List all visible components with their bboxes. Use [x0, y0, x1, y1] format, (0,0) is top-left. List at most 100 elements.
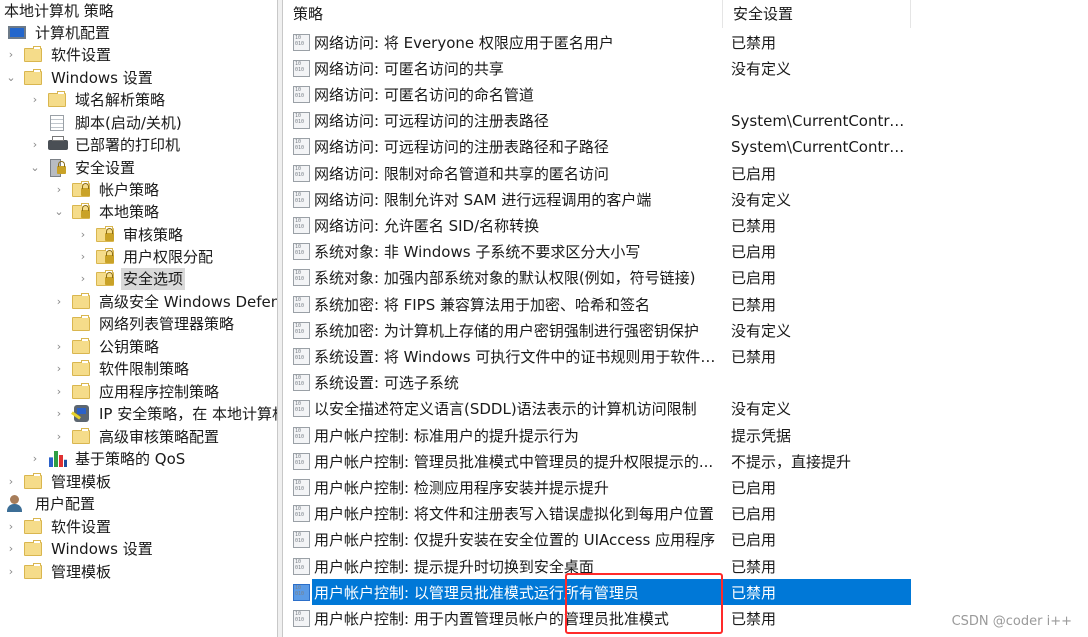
expand-chevron-icon[interactable]: › — [4, 471, 18, 493]
expand-chevron-icon[interactable]: › — [4, 516, 18, 538]
policy-setting-icon — [293, 85, 310, 103]
policy-row[interactable]: 网络访问: 限制对命名管道和共享的匿名访问 已启用 — [283, 160, 911, 186]
policy-name: 网络访问: 可匿名访问的命名管道 — [314, 85, 534, 104]
policy-row[interactable]: 系统对象: 加强内部系统对象的默认权限(例如，符号链接) 已启用 — [283, 265, 911, 291]
security-setting-value: 提示凭据 — [731, 426, 792, 445]
tree-node-label: 审核策略 — [123, 226, 184, 244]
policy-row[interactable]: 网络访问: 限制允许对 SAM 进行远程调用的客户端 没有定义 — [283, 186, 911, 212]
policy-row[interactable]: 网络访问: 允许匿名 SID/名称转换 已禁用 — [283, 212, 911, 238]
security-setting-value: 已启用 — [731, 505, 777, 524]
tree-root-title[interactable]: 本地计算机 策略 — [4, 0, 114, 22]
expand-chevron-icon[interactable]: › — [52, 426, 66, 448]
tree-node[interactable]: ⌄ 本地策略 — [52, 201, 161, 223]
tree-node[interactable]: › 基于策略的 QoS — [28, 448, 187, 470]
tree-node-label: 软件设置 — [51, 518, 112, 536]
tree-node[interactable]: ⌄ 安全设置 — [28, 157, 137, 179]
expand-chevron-icon[interactable]: › — [76, 224, 90, 246]
policy-name: 网络访问: 可匿名访问的共享 — [314, 59, 504, 78]
tree-node-label: 计算机配置 — [35, 24, 111, 42]
policy-setting-icon — [293, 243, 310, 261]
computer-icon — [8, 24, 28, 42]
policy-row[interactable]: 系统设置: 将 Windows 可执行文件中的证书规则用于软件限... 已禁用 — [283, 343, 911, 369]
column-header-security-setting[interactable]: 安全设置 — [723, 0, 911, 28]
policy-setting-icon — [293, 505, 310, 523]
tree-node[interactable]: › 软件限制策略 — [52, 358, 191, 380]
tree-node[interactable]: › 高级审核策略配置 — [52, 426, 221, 448]
policy-row[interactable]: 网络访问: 可匿名访问的命名管道 — [283, 81, 911, 107]
policy-row[interactable]: 系统对象: 非 Windows 子系统不要求区分大小写 已启用 — [283, 239, 911, 265]
tree-node-label: Windows 设置 — [51, 69, 153, 87]
policy-setting-icon — [293, 269, 310, 287]
tree-node-label: 高级审核策略配置 — [99, 428, 220, 446]
tree-node[interactable]: › 应用程序控制策略 — [52, 381, 221, 403]
expand-chevron-icon[interactable]: › — [76, 246, 90, 268]
expand-chevron-icon[interactable]: › — [52, 358, 66, 380]
tree-node[interactable]: 用户配置 — [0, 493, 97, 515]
expand-chevron-icon[interactable]: › — [52, 179, 66, 201]
expand-chevron-icon[interactable]: › — [28, 89, 42, 111]
tree-node-label: Windows 设置 — [51, 540, 153, 558]
policy-setting-icon — [293, 190, 310, 208]
folder-icon — [72, 315, 92, 333]
collapse-chevron-icon[interactable]: ⌄ — [28, 157, 42, 179]
policy-row[interactable]: 用户帐户控制: 仅提升安装在安全位置的 UIAccess 应用程序已启用 — [283, 527, 911, 553]
tree-node-label: 管理模板 — [51, 473, 112, 491]
policy-row[interactable]: 系统加密: 为计算机上存储的用户密钥强制进行强密钥保护 没有定义 — [283, 317, 911, 343]
tree-node[interactable]: › 安全选项 — [76, 268, 186, 290]
collapse-chevron-icon[interactable]: ⌄ — [52, 201, 66, 223]
tree-node[interactable]: › 已部署的打印机 — [28, 134, 182, 156]
tree-node[interactable]: › 公钥策略 — [52, 336, 161, 358]
tree-node[interactable]: › 管理模板 — [4, 471, 113, 493]
policy-row[interactable]: 以安全描述符定义语言(SDDL)语法表示的计算机访问限制 没有定义 — [283, 396, 911, 422]
tree-node[interactable]: › 软件设置 — [4, 516, 113, 538]
policy-setting-icon — [293, 321, 310, 339]
tree-node[interactable]: › Windows 设置 — [4, 538, 155, 560]
policy-row[interactable]: 用户帐户控制: 将文件和注册表写入错误虚拟化到每用户位置已启用 — [283, 501, 911, 527]
policy-setting-icon — [293, 478, 310, 496]
expand-chevron-icon[interactable]: › — [28, 448, 42, 470]
tree-node[interactable]: 网络列表管理器策略 — [52, 313, 236, 335]
tree-node[interactable]: › 帐户策略 — [52, 179, 161, 201]
tree-node-label: 安全选项 — [121, 268, 186, 290]
tree-node[interactable]: › 软件设置 — [4, 44, 113, 66]
tree-node[interactable]: › IP 安全策略，在 本地计算机 — [52, 403, 277, 425]
tree-node[interactable]: 计算机配置 — [0, 22, 112, 44]
tree-node[interactable]: › 管理模板 — [4, 561, 113, 583]
expand-chevron-icon[interactable]: › — [52, 336, 66, 358]
policy-row[interactable]: 系统加密: 将 FIPS 兼容算法用于加密、哈希和签名 已禁用 — [283, 291, 911, 317]
collapse-chevron-icon[interactable]: ⌄ — [4, 67, 18, 89]
policy-row[interactable]: 系统设置: 可选子系统 — [283, 370, 911, 396]
tree-node[interactable]: › 用户权限分配 — [76, 246, 215, 268]
expand-chevron-icon[interactable]: › — [4, 538, 18, 560]
tree-node-label: 帐户策略 — [99, 181, 160, 199]
policy-row[interactable]: 用户帐户控制: 标准用户的提升提示行为 提示凭据 — [283, 422, 911, 448]
tree-node[interactable]: 脚本(启动/关机) — [28, 112, 184, 134]
expand-chevron-icon[interactable]: › — [28, 134, 42, 156]
policy-setting-icon — [293, 33, 310, 51]
policy-row[interactable]: 网络访问: 可远程访问的注册表路径和子路径 System\CurrentContr… — [283, 134, 911, 160]
expand-chevron-icon[interactable]: › — [4, 44, 18, 66]
expand-chevron-icon[interactable]: › — [52, 403, 66, 425]
expand-chevron-icon[interactable]: › — [52, 291, 66, 313]
expand-chevron-icon[interactable]: › — [76, 268, 90, 290]
policy-setting-icon — [293, 138, 310, 156]
security-setting-value: 没有定义 — [731, 321, 792, 340]
policy-name: 网络访问: 可远程访问的注册表路径和子路径 — [314, 138, 609, 157]
policy-row[interactable]: 网络访问: 可远程访问的注册表路径 System\CurrentControl..… — [283, 108, 911, 134]
policy-row[interactable]: 用户帐户控制: 检测应用程序安装并提示提升 已启用 — [283, 474, 911, 500]
policy-row[interactable]: 网络访问: 将 Everyone 权限应用于匿名用户 已禁用 — [283, 29, 911, 55]
policy-name: 网络访问: 限制允许对 SAM 进行远程调用的客户端 — [314, 190, 652, 209]
tree-node[interactable]: › 域名解析策略 — [28, 89, 167, 111]
expand-chevron-icon[interactable]: › — [4, 561, 18, 583]
policy-name: 用户帐户控制: 将文件和注册表写入错误虚拟化到每用户位置 — [314, 505, 714, 524]
policy-setting-icon — [293, 426, 310, 444]
expand-chevron-icon[interactable]: › — [52, 381, 66, 403]
folder-icon — [24, 46, 44, 64]
policy-row[interactable]: 用户帐户控制: 管理员批准模式中管理员的提升权限提示的... 不提示，直接提升 — [283, 448, 911, 474]
policy-row[interactable]: 网络访问: 可匿名访问的共享 没有定义 — [283, 55, 911, 81]
tree-node[interactable]: › 高级安全 Windows Defenc — [52, 291, 277, 313]
tree-node[interactable]: ⌄ Windows 设置 — [4, 67, 155, 89]
security-setting-value: 已启用 — [731, 164, 777, 183]
tree-node[interactable]: › 审核策略 — [76, 224, 185, 246]
folder-icon — [72, 383, 92, 401]
